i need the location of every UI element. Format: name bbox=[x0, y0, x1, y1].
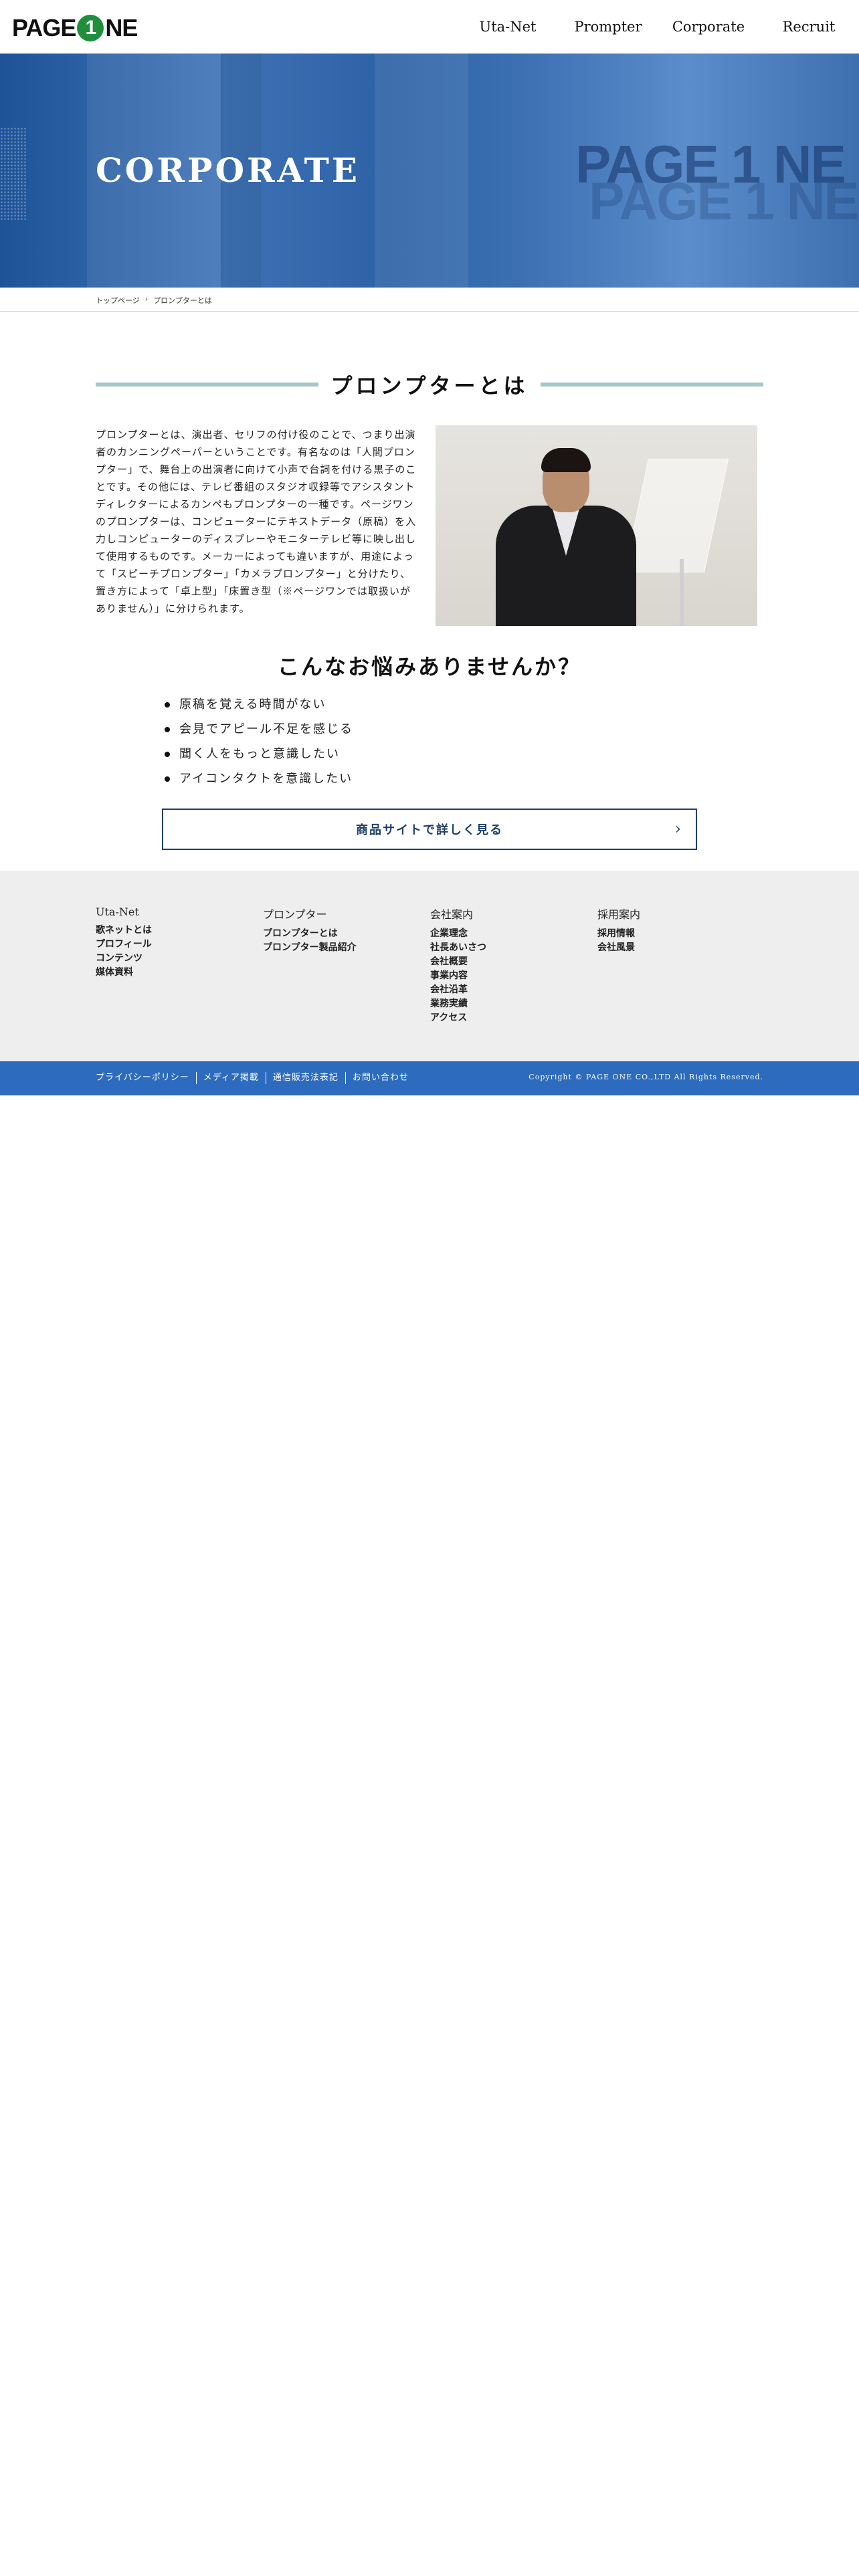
footer-link[interactable]: 社長あいさつ bbox=[430, 941, 584, 955]
footer-column-head: 採用案内 bbox=[597, 908, 641, 921]
breadcrumb-home[interactable]: トップページ bbox=[96, 295, 140, 306]
chevron-right-icon: › bbox=[674, 819, 682, 838]
footer-column-head: 会社案内 bbox=[430, 908, 474, 921]
speaker-hair bbox=[541, 448, 591, 472]
heading-bar-left bbox=[96, 383, 319, 387]
worry-item: 聞く人をもっと意識したい bbox=[162, 742, 353, 766]
page-title: CORPORATE bbox=[96, 150, 360, 190]
product-site-button-label: 商品サイトで詳しく見る bbox=[356, 823, 503, 837]
intro-text: プロンプターとは、演出者、セリフの付け役のことで、つまり出演者のカンニングペーパ… bbox=[96, 429, 417, 615]
prompter-photo bbox=[436, 425, 757, 626]
nav-prompter[interactable]: Prompter bbox=[558, 0, 658, 53]
nav-corporate[interactable]: Corporate bbox=[658, 0, 759, 53]
footer-column-recruit: 採用案内 採用情報 会社風景 bbox=[597, 905, 751, 955]
footer-column-prompter: プロンプター プロンプターとは プロンプター製品紹介 bbox=[263, 905, 417, 955]
hero-banner: PAGE 1 NE PAGE 1 NE CORPORATE bbox=[0, 53, 859, 288]
nav-uta-net[interactable]: Uta-Net bbox=[458, 0, 558, 53]
section-title: プロンプターとは bbox=[330, 373, 529, 399]
footer-link[interactable]: 歌ネットとは bbox=[96, 924, 250, 938]
breadcrumb-separator: › bbox=[145, 295, 149, 304]
logo-text-right: NE bbox=[105, 14, 138, 41]
copyright: Copyright © PAGE ONE CO.,LTD All Rights … bbox=[529, 1073, 763, 1081]
hero-dot-pattern bbox=[0, 127, 27, 221]
footer-link[interactable]: 採用情報 bbox=[597, 927, 751, 941]
breadcrumb-current: プロンプターとは bbox=[153, 296, 212, 305]
footer-link[interactable]: 会社概要 bbox=[430, 955, 584, 969]
privacy-policy-link[interactable]: プライバシーポリシー bbox=[96, 1072, 196, 1084]
heading-bar-right bbox=[540, 383, 764, 387]
hero-logo-sign: PAGE 1 NE bbox=[575, 134, 846, 194]
worry-item: 原稿を覚える時間がない bbox=[162, 692, 353, 717]
pageone-logo[interactable]: PAGE 1 NE bbox=[12, 14, 138, 41]
footer-link[interactable]: 業務実績 bbox=[430, 997, 584, 1011]
footer-link[interactable]: 会社風景 bbox=[597, 941, 751, 955]
site-header: PAGE 1 NE Uta-Net Prompter Corporate Rec… bbox=[0, 0, 859, 53]
footer-link[interactable]: コンテンツ bbox=[96, 952, 250, 966]
footer-link[interactable]: アクセス bbox=[430, 1011, 584, 1025]
media-link[interactable]: メディア掲載 bbox=[195, 1072, 266, 1084]
site-footer: Uta-Net 歌ネットとは プロフィール コンテンツ 媒体資料 プロンプター … bbox=[0, 871, 859, 1061]
footer-column-uta-net: Uta-Net 歌ネットとは プロフィール コンテンツ 媒体資料 bbox=[96, 905, 250, 980]
product-site-button[interactable]: 商品サイトで詳しく見る › bbox=[162, 809, 697, 850]
footer-link[interactable]: 会社沿革 bbox=[430, 983, 584, 997]
worries-title: こんなお悩みありませんか？ bbox=[277, 654, 582, 679]
worry-item: 会見でアピール不足を感じる bbox=[162, 717, 353, 742]
footer-link[interactable]: プロンプター製品紹介 bbox=[263, 941, 417, 955]
footer-link[interactable]: プロンプターとは bbox=[263, 927, 417, 941]
global-nav: Uta-Net Prompter Corporate Recruit bbox=[458, 0, 859, 53]
footer-bottom-bar: プライバシーポリシー メディア掲載 通信販売法表記 お問い合わせ Copyrig… bbox=[0, 1061, 859, 1095]
worries-list: 原稿を覚える時間がない 会見でアピール不足を感じる 聞く人をもっと意識したい ア… bbox=[162, 692, 353, 791]
breadcrumb-divider bbox=[0, 311, 859, 312]
breadcrumb: トップページ › プロンプターとは bbox=[96, 295, 212, 306]
prompter-glass bbox=[624, 459, 729, 572]
hero-pillar bbox=[375, 53, 468, 288]
logo-circle: 1 bbox=[77, 15, 104, 41]
worry-item: アイコンタクトを意識したい bbox=[162, 766, 353, 791]
nav-recruit[interactable]: Recruit bbox=[759, 0, 859, 53]
footer-link[interactable]: プロフィール bbox=[96, 938, 250, 952]
footer-column-company: 会社案内 企業理念 社長あいさつ 会社概要 事業内容 会社沿革 業務実績 アクセ… bbox=[430, 905, 584, 1025]
prompter-stand bbox=[680, 559, 684, 626]
logo-text-left: PAGE bbox=[12, 14, 76, 41]
footer-column-head: プロンプター bbox=[263, 908, 327, 921]
commerce-law-link[interactable]: 通信販売法表記 bbox=[265, 1072, 345, 1084]
contact-link[interactable]: お問い合わせ bbox=[345, 1072, 415, 1084]
footer-link[interactable]: 事業内容 bbox=[430, 969, 584, 983]
footer-column-head: Uta-Net bbox=[96, 905, 139, 918]
footer-link[interactable]: 媒体資料 bbox=[96, 966, 250, 980]
footer-bottom-links: プライバシーポリシー メディア掲載 通信販売法表記 お問い合わせ bbox=[96, 1072, 415, 1084]
footer-link[interactable]: 企業理念 bbox=[430, 927, 584, 941]
section-heading: プロンプターとは bbox=[96, 371, 764, 399]
